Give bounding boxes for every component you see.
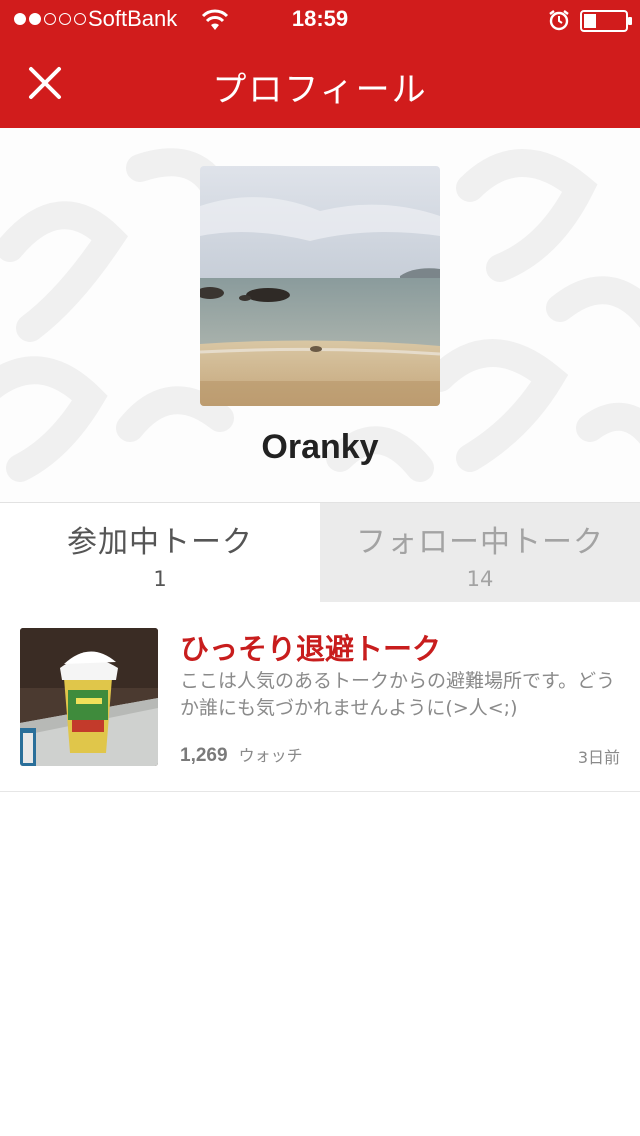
status-time: 18:59 — [291, 6, 349, 31]
profile-header: Oranky — [0, 128, 640, 502]
status-bar: SoftBank 18:59 — [0, 0, 640, 40]
tab-label: 参加中トーク — [67, 525, 253, 560]
tab-joined-talks[interactable]: 参加中トーク 1 — [0, 503, 320, 602]
navigation-bar: プロフィール — [0, 40, 640, 128]
talk-date: 3日前 — [577, 748, 620, 767]
watch-label: ウォッチ — [238, 746, 303, 765]
beach-photo — [200, 166, 440, 406]
list-item[interactable]: ひっそり退避トーク ここは人気のあるトークからの避難場所です。どうか誰にも気づか… — [0, 602, 640, 792]
snack-cup-photo — [20, 628, 158, 766]
app-header: SoftBank 18:59 プロフィール — [0, 0, 640, 128]
tab-label: フォロー中トーク — [356, 525, 604, 560]
tab-count: 14 — [466, 567, 494, 591]
talk-tabs: 参加中トーク 1 フォロー中トーク 14 — [0, 502, 640, 602]
tab-following-talks[interactable]: フォロー中トーク 14 — [320, 503, 640, 602]
watch-count: 1,269 — [180, 745, 228, 766]
tab-count: 1 — [153, 567, 167, 591]
talk-description: ここは人気のあるトークからの避難場所です。どうか誰にも気づかれませんように(>人… — [180, 670, 616, 719]
profile-avatar — [200, 166, 440, 406]
talk-title: ひっそり退避トーク — [180, 632, 442, 666]
page-title: プロフィール — [212, 70, 428, 110]
profile-username: Oranky — [261, 428, 379, 466]
alarm-clock-icon — [549, 10, 569, 31]
battery-icon — [580, 10, 632, 32]
talk-footer: 1,269 ウォッチ 3日前 — [180, 742, 620, 767]
talk-thumbnail — [20, 628, 158, 766]
